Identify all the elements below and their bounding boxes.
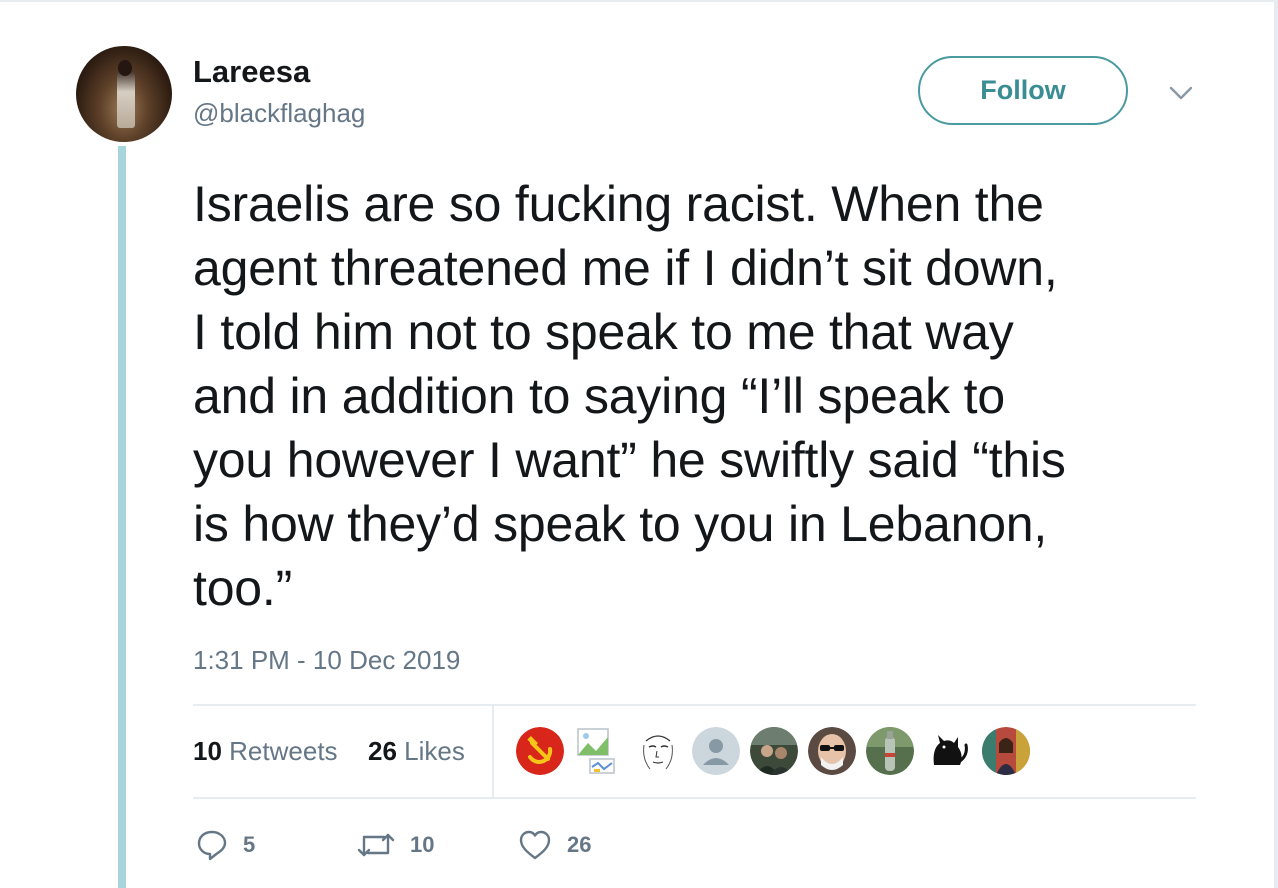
- two-people-photo-icon: [750, 727, 798, 775]
- woman-photo-icon: [982, 727, 1030, 775]
- retweets-count: 10: [193, 736, 222, 766]
- likes-count: 26: [368, 736, 397, 766]
- user-display-name[interactable]: Lareesa: [193, 54, 310, 90]
- tweet-text-line: you however I want” he swiftly said “thi…: [193, 432, 1066, 488]
- tweet-timestamp[interactable]: 1:31 PM - 10 Dec 2019: [193, 645, 460, 676]
- heart-icon: [519, 830, 551, 860]
- retweet-icon: [357, 833, 395, 857]
- default-person-avatar[interactable]: [692, 727, 740, 775]
- reply-icon: [197, 830, 227, 861]
- user-handle[interactable]: @blackflaghag: [193, 98, 365, 129]
- likes-label: Likes: [404, 736, 465, 766]
- broken-image-icon: [577, 728, 615, 774]
- stats-bottom-divider: [193, 797, 1196, 799]
- avatar-head: [118, 60, 132, 76]
- black-cat-avatar[interactable]: [924, 727, 972, 775]
- tweet-text: Israelis are so fucking racist. When the…: [193, 172, 1203, 620]
- like-count: 26: [567, 832, 592, 857]
- window-right-border: [1274, 0, 1278, 888]
- tweet-text-line: and in addition to saying “I’ll speak to: [193, 368, 1005, 424]
- tweet-text-line: too.”: [193, 560, 293, 616]
- tweet-text-line: is how they’d speak to you in Lebanon,: [193, 496, 1048, 552]
- bottle-photo-avatar[interactable]: [866, 727, 914, 775]
- bottle-photo-icon: [866, 727, 914, 775]
- tweet-text-line: agent threatened me if I didn’t sit down…: [193, 240, 1058, 296]
- tweet-text-line: I told him not to speak to me that way: [193, 304, 1014, 360]
- woman-photo-avatar[interactable]: [982, 727, 1030, 775]
- default-person-icon: [692, 727, 740, 775]
- thread-line: [118, 146, 126, 888]
- stats-top-divider: [193, 704, 1196, 706]
- man-sunglasses-avatar[interactable]: [808, 727, 856, 775]
- hammer-sickle-avatar[interactable]: [516, 727, 564, 775]
- tweet-page: Lareesa @blackflaghag Follow Israelis ar…: [0, 0, 1278, 888]
- retweets-label: Retweets: [229, 736, 338, 766]
- retweet-count: 10: [410, 832, 435, 857]
- hammer-sickle-icon: [516, 727, 564, 775]
- retweets-stat[interactable]: 10 Retweets: [193, 736, 338, 767]
- chevron-down-icon[interactable]: [1168, 80, 1194, 106]
- avatar-figure: [117, 68, 135, 128]
- user-avatar[interactable]: [76, 46, 172, 142]
- like-action[interactable]: 26: [517, 825, 591, 865]
- retweet-action[interactable]: 10: [356, 825, 434, 865]
- likes-stat[interactable]: 26 Likes: [368, 736, 465, 767]
- window-top-border: [0, 0, 1278, 2]
- stats-vertical-divider: [492, 706, 494, 798]
- black-cat-icon: [925, 728, 971, 774]
- sketch-face-avatar[interactable]: [634, 727, 682, 775]
- reply-action[interactable]: 5: [195, 825, 255, 865]
- broken-image-avatar[interactable]: [574, 727, 622, 775]
- sketch-face-icon: [635, 728, 681, 774]
- follow-button[interactable]: Follow: [918, 56, 1128, 125]
- man-sunglasses-icon: [808, 727, 856, 775]
- two-people-photo-avatar[interactable]: [750, 727, 798, 775]
- reply-count: 5: [243, 832, 256, 857]
- tweet-text-line: Israelis are so fucking racist. When the: [193, 176, 1044, 232]
